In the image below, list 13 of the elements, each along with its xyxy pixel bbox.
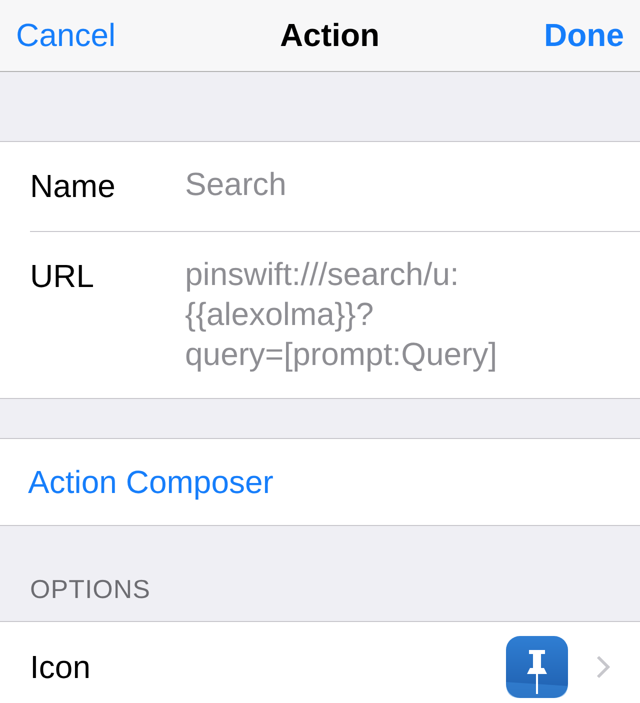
input-field[interactable]: pinswift:///search/u: {{alexolma}}? query=[prompt:Query] — [185, 232, 498, 398]
icon-row[interactable]: Icon — [0, 622, 640, 703]
chevron-icon — [596, 655, 610, 679]
cancel-button[interactable]: Cancel — [16, 17, 116, 54]
done-button[interactable]: Done — [544, 17, 624, 54]
input-field[interactable]: Search — [185, 142, 286, 231]
action-composer-link[interactable]: Action Composer — [28, 464, 274, 500]
pushpin-icon — [506, 636, 568, 698]
row-label: Icon — [30, 648, 92, 686]
field-label: Name — [30, 167, 116, 206]
section-header: OPTIONS — [30, 574, 151, 605]
window-title: Action — [280, 17, 380, 54]
field-label: URL — [30, 257, 96, 296]
